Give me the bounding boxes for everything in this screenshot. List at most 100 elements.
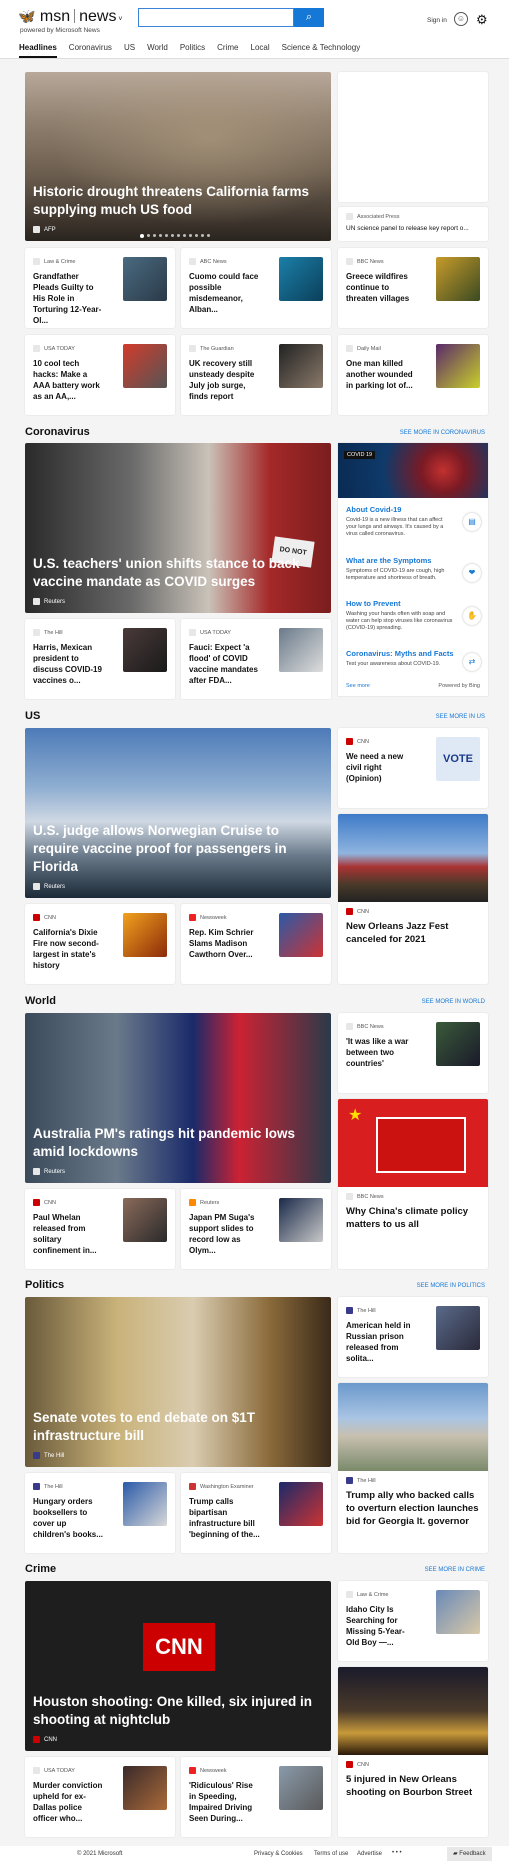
see-more-crime-link[interactable]: SEE MORE IN CRIME — [425, 1567, 485, 1573]
chevron-down-icon: ˅ — [116, 16, 123, 23]
covid-info-card: COVID 19 About Covid-19 Covid-19 is a ne… — [338, 443, 488, 696]
article-card[interactable]: The Hill Harris, Mexican president to di… — [25, 619, 175, 699]
bourbon-street-image — [338, 1667, 488, 1755]
side-article-card[interactable]: Associated Press UN science panel to rel… — [338, 207, 488, 241]
article-card[interactable]: USA TODAY 10 cool tech hacks: Make a AAA… — [25, 335, 175, 415]
article-source: Newsweek — [189, 914, 227, 921]
tab-local[interactable]: Local — [251, 40, 270, 58]
more-icon[interactable]: • • • — [392, 1850, 402, 1856]
article-thumbnail — [279, 1766, 323, 1810]
article-card[interactable]: The Guardian UK recovery still unsteady … — [181, 335, 331, 415]
article-title: Japan PM Suga's support slides to record… — [189, 1213, 255, 1255]
article-thumbnail — [279, 1482, 323, 1526]
side-article-card[interactable]: CNN New Orleans Jazz Fest canceled for 2… — [338, 814, 488, 984]
see-more-us-link[interactable]: SEE MORE IN US — [436, 714, 485, 720]
hero-title: Australia PM's ratings hit pandemic lows… — [33, 1126, 296, 1159]
article-source: The Hill — [33, 629, 63, 636]
article-card[interactable]: Law & Crime Idaho City Is Searching for … — [338, 1581, 488, 1661]
covid-item-title[interactable]: About Covid-19 — [346, 505, 401, 514]
coronavirus-hero-card[interactable]: DO NOT U.S. teachers' union shifts stanc… — [25, 443, 331, 613]
side-source: The Hill — [346, 1477, 376, 1484]
privacy-link[interactable]: Privacy & Cookies — [254, 1851, 303, 1857]
article-title: One man killed another wounded in parkin… — [346, 359, 413, 390]
header: 🦋 msn news ˅ powered by Microsoft News ⌕ … — [0, 0, 509, 58]
tab-world[interactable]: World — [147, 40, 168, 58]
side-title: New Orleans Jazz Fest canceled for 2021 — [346, 921, 449, 945]
see-more-politics-link[interactable]: SEE MORE IN POLITICS — [417, 1283, 485, 1289]
article-card[interactable]: USA TODAY Murder conviction upheld for e… — [25, 1757, 175, 1837]
article-card[interactable]: The Hill American held in Russian prison… — [338, 1297, 488, 1377]
article-card[interactable]: CNN Paul Whelan released from solitary c… — [25, 1189, 175, 1269]
covid-item-title[interactable]: How to Prevent — [346, 599, 401, 608]
article-thumbnail — [436, 1022, 480, 1066]
article-card[interactable]: BBC News 'It was like a war between two … — [338, 1013, 488, 1093]
powered-by: powered by Microsoft News — [20, 27, 100, 34]
side-source: BBC News — [346, 1193, 384, 1200]
advertise-link[interactable]: Advertise — [357, 1851, 382, 1857]
side-source: Associated Press — [346, 213, 400, 220]
crime-hero-card[interactable]: CNN Houston shooting: One killed, six in… — [25, 1581, 331, 1751]
side-article-card[interactable]: ★ BBC News Why China's climate policy ma… — [338, 1099, 488, 1269]
tab-us[interactable]: US — [124, 40, 135, 58]
article-title: Greece wildfires continue to threaten vi… — [346, 272, 410, 303]
tab-politics[interactable]: Politics — [180, 40, 205, 58]
butterfly-icon: 🦋 — [18, 8, 36, 24]
article-card[interactable]: CNN We need a new civil right (Opinion) … — [338, 728, 488, 808]
myths-icon[interactable]: ⇄ — [463, 653, 481, 671]
article-card[interactable]: Reuters Japan PM Suga's support slides t… — [181, 1189, 331, 1269]
tab-crime[interactable]: Crime — [217, 40, 238, 58]
info-icon[interactable]: ▤ — [463, 513, 481, 531]
terms-link[interactable]: Terms of use — [314, 1851, 348, 1857]
side-article-card[interactable]: CNN 5 injured in New Orleans shooting on… — [338, 1667, 488, 1837]
tab-headlines[interactable]: Headlines — [19, 40, 57, 58]
tab-coronavirus[interactable]: Coronavirus — [69, 40, 112, 58]
article-card[interactable]: Newsweek 'Ridiculous' Rise in Speeding, … — [181, 1757, 331, 1837]
us-hero-card[interactable]: U.S. judge allows Norwegian Cruise to re… — [25, 728, 331, 898]
article-card[interactable]: The Hill Hungary orders booksellers to c… — [25, 1473, 175, 1553]
side-title: 5 injured in New Orleans shooting on Bou… — [346, 1774, 473, 1798]
article-card[interactable]: Daily Mail One man killed another wounde… — [338, 335, 488, 415]
hero-title: Senate votes to end debate on $1T infras… — [33, 1410, 256, 1443]
side-title: UN science panel to release key report o… — [346, 225, 469, 232]
search-input[interactable] — [138, 8, 294, 27]
article-card[interactable]: ABC News Cuomo could face possible misde… — [181, 248, 331, 328]
tab-science-technology[interactable]: Science & Technology — [282, 40, 361, 58]
article-card[interactable]: Washington Examiner Trump calls bipartis… — [181, 1473, 331, 1553]
covid-item-title[interactable]: Coronavirus: Myths and Facts — [346, 649, 454, 658]
headline-hero-card[interactable]: Historic drought threatens California fa… — [25, 72, 331, 241]
article-card[interactable]: Newsweek Rep. Kim Schrier Slams Madison … — [181, 904, 331, 984]
article-card[interactable]: CNN California's Dixie Fire now second-l… — [25, 904, 175, 984]
article-thumbnail — [279, 257, 323, 301]
article-title: Fauci: Expect 'a flood' of COVID vaccine… — [189, 643, 258, 685]
msn-logo[interactable]: 🦋 msn news ˅ — [18, 8, 123, 26]
article-card[interactable]: BBC News Greece wildfires continue to th… — [338, 248, 488, 328]
side-article-card[interactable]: The Hill Trump ally who backed calls to … — [338, 1383, 488, 1553]
see-more-link[interactable]: See more — [346, 683, 370, 689]
article-source: BBC News — [346, 1023, 384, 1030]
gear-icon[interactable]: ⚙ — [476, 12, 488, 28]
section-heading-world: World — [25, 995, 56, 1007]
copyright: © 2021 Microsoft — [77, 1851, 123, 1857]
article-source: CNN — [33, 1199, 56, 1206]
article-source: Washington Examiner — [189, 1483, 254, 1490]
article-card[interactable]: USA TODAY Fauci: Expect 'a flood' of COV… — [181, 619, 331, 699]
category-nav: Headlines Coronavirus US World Politics … — [0, 40, 509, 58]
covid-item-title[interactable]: What are the Symptoms — [346, 556, 431, 565]
sign-in-link[interactable]: Sign in — [427, 17, 447, 24]
feedback-button[interactable]: ▰ Feedback — [447, 1847, 492, 1861]
section-heading-crime: Crime — [25, 1563, 57, 1575]
hero-source: AFP — [33, 226, 56, 233]
search-button[interactable]: ⌕ — [294, 8, 324, 27]
carousel-dots[interactable] — [140, 234, 210, 238]
symptoms-icon[interactable]: ❤ — [463, 564, 481, 582]
hand-wash-icon[interactable]: ✋ — [463, 607, 481, 625]
article-title: UK recovery still unsteady despite July … — [189, 359, 255, 401]
world-hero-card[interactable]: Australia PM's ratings hit pandemic lows… — [25, 1013, 331, 1183]
hero-title: U.S. judge allows Norwegian Cruise to re… — [33, 823, 287, 874]
article-card[interactable]: Law & Crime Grandfather Pleads Guilty to… — [25, 248, 175, 328]
see-more-world-link[interactable]: SEE MORE IN WORLD — [422, 999, 485, 1005]
hero-source: Reuters — [33, 598, 65, 605]
politics-hero-card[interactable]: Senate votes to end debate on $1T infras… — [25, 1297, 331, 1467]
see-more-coronavirus-link[interactable]: SEE MORE IN CORONAVIRUS — [400, 430, 485, 436]
avatar-icon[interactable]: ☺ — [454, 12, 468, 26]
